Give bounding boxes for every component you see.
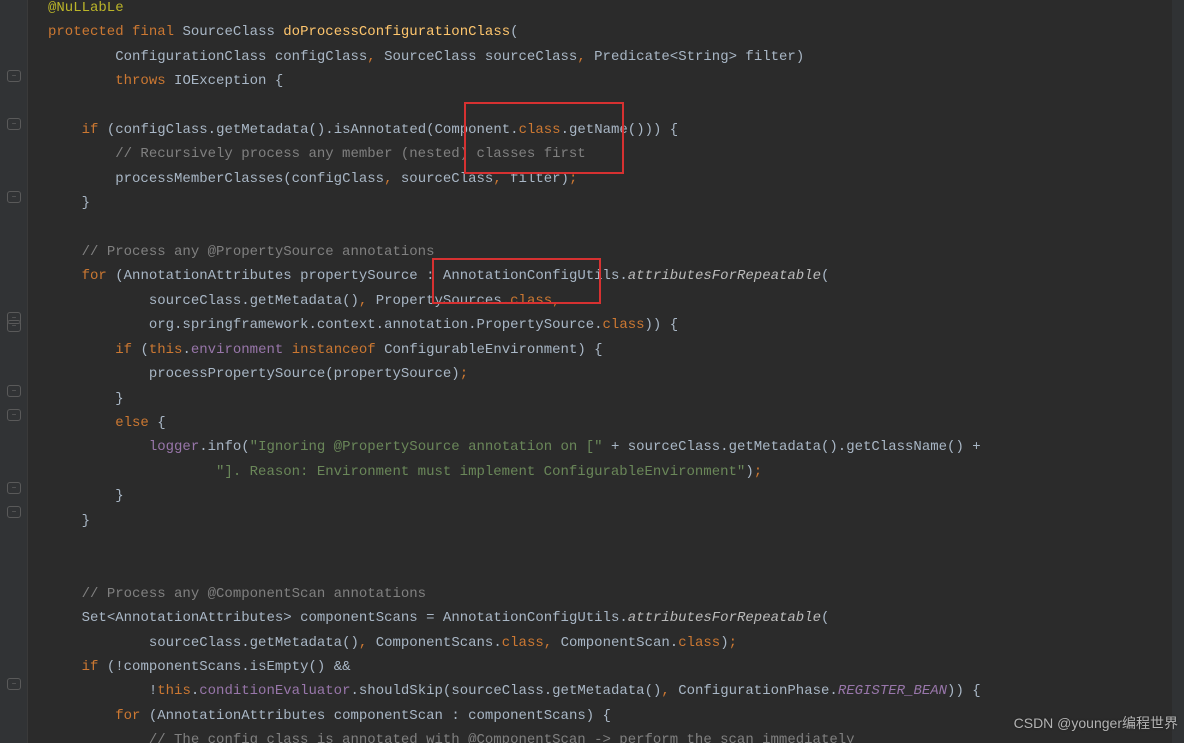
var: componentScan [334, 708, 443, 724]
type: ConfigurableEnvironment [384, 342, 577, 358]
call: getMetadata [250, 293, 342, 309]
var: filter [510, 171, 560, 187]
field: environment [191, 342, 283, 358]
kw-class: class [519, 122, 561, 138]
comment: // Process any @ComponentScan annotation… [82, 586, 426, 602]
call: getName [569, 122, 628, 138]
type: AnnotationConfigUtils [443, 610, 619, 626]
param: configClass [275, 49, 367, 65]
var: propertySource [334, 366, 452, 382]
call-italic: attributesForRepeatable [628, 610, 821, 626]
call: info [208, 439, 242, 455]
kw-class: class [502, 635, 544, 651]
package: org.springframework.context.annotation. [149, 317, 477, 333]
method-name: doProcessConfigurationClass [283, 24, 510, 40]
call: isEmpty [250, 659, 309, 675]
fold-marker[interactable]: − [7, 506, 21, 518]
field: conditionEvaluator [199, 683, 350, 699]
type: ConfigurationClass [115, 49, 266, 65]
kw-final: final [132, 24, 174, 40]
type-propertysources: PropertySources [376, 293, 502, 309]
param: filter [745, 49, 795, 65]
type: String [678, 49, 728, 65]
kw-if: if [82, 659, 99, 675]
kw-if: if [115, 342, 132, 358]
vertical-scrollbar[interactable] [1172, 0, 1184, 743]
call: processPropertySource [149, 366, 325, 382]
kw-class: class [678, 635, 720, 651]
code-block[interactable]: @NuLLabLe protected final SourceClass do… [48, 0, 981, 743]
kw-class: class [603, 317, 645, 333]
call: getMetadata [250, 635, 342, 651]
fold-marker[interactable]: − [7, 320, 21, 332]
call: getMetadata [216, 122, 308, 138]
const: REGISTER_BEAN [838, 683, 947, 699]
kw-class: class [510, 293, 552, 309]
comment: // Process any @PropertySource annotatio… [82, 244, 435, 260]
kw-throws: throws [115, 73, 165, 89]
fold-marker[interactable]: − [7, 482, 21, 494]
call: getMetadata [729, 439, 821, 455]
var: sourceClass [401, 171, 493, 187]
comment: // Recursively process any member (neste… [115, 146, 585, 162]
code-area[interactable]: @NuLLabLe protected final SourceClass do… [28, 0, 1184, 743]
watermark: CSDN @younger编程世界 [1014, 713, 1178, 733]
type-component: Component [435, 122, 511, 138]
kw-for: for [115, 708, 140, 724]
call: getMetadata [552, 683, 644, 699]
var: sourceClass [149, 635, 241, 651]
type: ConfigurationPhase [678, 683, 829, 699]
type: Set [82, 610, 107, 626]
comment: // The config class is annotated with @C… [149, 732, 855, 743]
fold-marker[interactable]: − [7, 409, 21, 421]
fold-marker[interactable]: − [7, 118, 21, 130]
type: ComponentScan [561, 635, 670, 651]
var: componentScans [468, 708, 586, 724]
call: isAnnotated [334, 122, 426, 138]
type: IOException [174, 73, 266, 89]
var: sourceClass [149, 293, 241, 309]
type: AnnotationConfigUtils [443, 268, 619, 284]
param: sourceClass [485, 49, 577, 65]
annotation-nullable: @NuLLabLe [48, 0, 124, 16]
kw-this: this [157, 683, 191, 699]
kw-instanceof: instanceof [292, 342, 376, 358]
var: componentScans [124, 659, 242, 675]
call: processMemberClasses [115, 171, 283, 187]
fold-marker[interactable]: − [7, 191, 21, 203]
type: PropertySource [476, 317, 594, 333]
type: SourceClass [384, 49, 476, 65]
fold-marker[interactable]: − [7, 678, 21, 690]
editor-viewport: − − − − − − − − − − @NuLLabLe protected … [0, 0, 1184, 743]
type: ComponentScans [376, 635, 494, 651]
type: AnnotationAttributes [124, 268, 292, 284]
field: logger [149, 439, 199, 455]
var: sourceClass [451, 683, 543, 699]
var: propertySource [300, 268, 418, 284]
fold-marker[interactable]: − [7, 70, 21, 82]
kw-this: this [149, 342, 183, 358]
kw-if: if [82, 122, 99, 138]
gutter[interactable]: − − − − − − − − − − [0, 0, 28, 743]
type: Predicate [594, 49, 670, 65]
var: configClass [115, 122, 207, 138]
kw-for: for [82, 268, 107, 284]
var: configClass [292, 171, 384, 187]
type: AnnotationAttributes [115, 610, 283, 626]
call: getClassName [846, 439, 947, 455]
type: AnnotationAttributes [157, 708, 325, 724]
string: "]. Reason: Environment must implement C… [216, 464, 745, 480]
var: sourceClass [628, 439, 720, 455]
call-italic: attributesForRepeatable [628, 268, 821, 284]
kw-else: else [115, 415, 149, 431]
var: componentScans [300, 610, 418, 626]
kw-protected: protected [48, 24, 124, 40]
call: shouldSkip [359, 683, 443, 699]
string: "Ignoring @PropertySource annotation on … [250, 439, 603, 455]
type-sourceclass: SourceClass [182, 24, 274, 40]
fold-marker[interactable]: − [7, 385, 21, 397]
